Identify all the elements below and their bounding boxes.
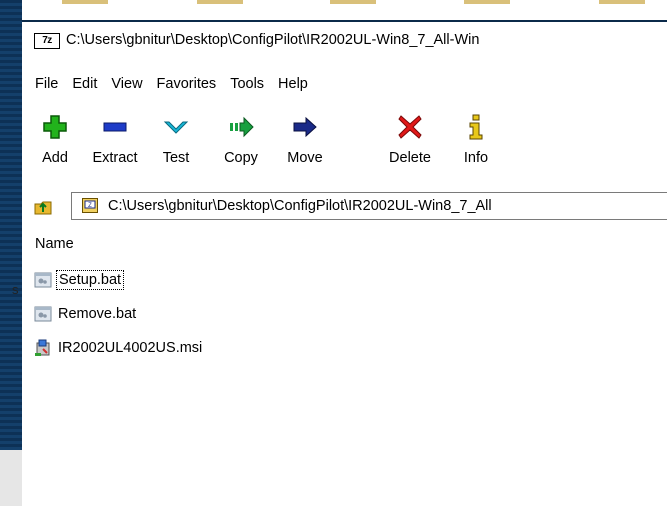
address-path: C:\Users\gbnitur\Desktop\ConfigPilot\IR2… — [108, 198, 492, 214]
x-icon — [398, 115, 422, 139]
file-name: Remove.bat — [58, 306, 137, 322]
info-icon — [469, 114, 483, 140]
add-button[interactable]: Add — [25, 112, 85, 172]
tab-marker — [599, 0, 645, 4]
tab-marker — [62, 0, 108, 4]
delete-label: Delete — [389, 150, 431, 166]
move-arrow-icon — [293, 116, 317, 138]
column-header-name[interactable]: Name — [35, 236, 74, 252]
menu-file[interactable]: File — [35, 76, 58, 96]
batch-file-icon — [34, 272, 52, 288]
move-label: Move — [287, 150, 323, 166]
minus-icon — [103, 122, 127, 132]
check-icon — [163, 121, 189, 134]
archive-icon: Z — [82, 198, 98, 213]
extract-button[interactable]: Extract — [85, 112, 145, 172]
menu-bar: File Edit View Favorites Tools Help — [22, 76, 310, 96]
move-button[interactable]: Move — [275, 112, 335, 172]
menu-tools[interactable]: Tools — [230, 76, 264, 96]
menu-help[interactable]: Help — [278, 76, 308, 96]
copy-label: Copy — [224, 150, 258, 166]
info-label: Info — [463, 150, 489, 166]
7zip-app-icon[interactable]: 7z — [34, 33, 60, 49]
plus-icon — [43, 115, 67, 139]
list-item[interactable]: IR2002UL4002US.msi — [34, 336, 204, 360]
desktop-partial-text: s — [12, 282, 19, 297]
address-bar: Z C:\Users\gbnitur\Desktop\ConfigPilot\I… — [22, 192, 667, 222]
test-label: Test — [162, 150, 190, 166]
delete-button[interactable]: Delete — [377, 112, 443, 172]
menu-edit[interactable]: Edit — [72, 76, 97, 96]
file-name: Setup.bat — [56, 270, 125, 290]
svg-text:Z: Z — [88, 203, 92, 209]
7zip-window: 7z C:\Users\gbnitur\Desktop\ConfigPilot\… — [22, 22, 667, 506]
tab-marker — [464, 0, 510, 4]
file-list: Name Setup.bat Remove.bat IR2002UL4002US… — [22, 230, 667, 506]
file-name: IR2002UL4002US.msi — [58, 340, 203, 356]
batch-file-icon — [34, 306, 52, 322]
tab-marker — [197, 0, 243, 4]
folder-up-icon[interactable] — [33, 196, 53, 216]
menu-view[interactable]: View — [111, 76, 142, 96]
list-item[interactable]: Setup.bat — [34, 268, 125, 292]
tab-marker — [330, 0, 376, 4]
list-item[interactable]: Remove.bat — [34, 302, 138, 326]
extract-label: Extract — [92, 150, 138, 166]
copy-button[interactable]: Copy — [211, 112, 271, 172]
window-top-edge — [22, 0, 667, 20]
add-label: Add — [42, 150, 68, 166]
window-title: C:\Users\gbnitur\Desktop\ConfigPilot\IR2… — [66, 32, 480, 48]
info-button[interactable]: Info — [451, 112, 501, 172]
desktop-bottom-area — [0, 450, 22, 506]
copy-arrow-icon — [230, 116, 254, 138]
installer-icon — [35, 339, 50, 356]
menu-favorites[interactable]: Favorites — [157, 76, 217, 96]
address-input[interactable]: Z C:\Users\gbnitur\Desktop\ConfigPilot\I… — [71, 192, 667, 220]
desktop-background — [0, 0, 22, 506]
test-button[interactable]: Test — [148, 112, 204, 172]
title-bar[interactable]: 7z C:\Users\gbnitur\Desktop\ConfigPilot\… — [22, 22, 667, 56]
